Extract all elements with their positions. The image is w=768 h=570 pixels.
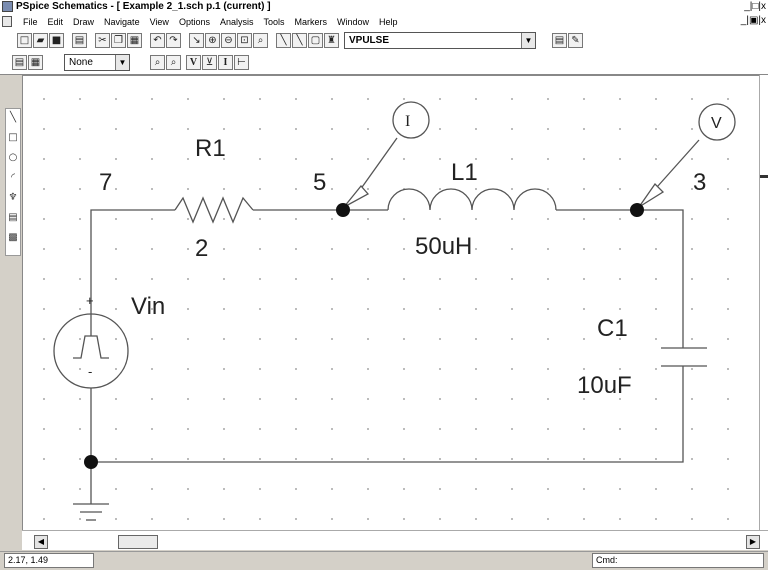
inductor-value-label: 50uH bbox=[415, 233, 472, 260]
voltage-diff-marker-icon[interactable]: ⊻ bbox=[202, 55, 217, 70]
menu-options[interactable]: Options bbox=[174, 14, 215, 30]
resistor-ref-label: R1 bbox=[195, 135, 226, 162]
menu-markers[interactable]: Markers bbox=[290, 14, 333, 30]
bias-display-icon[interactable]: ⊢ bbox=[234, 55, 249, 70]
resistor-value-label: 2 bbox=[195, 235, 208, 262]
zoom-fit-icon[interactable]: ⌕ bbox=[253, 33, 268, 48]
undo-icon[interactable]: ↶ bbox=[150, 33, 165, 48]
draw-line-icon[interactable]: ╲ bbox=[7, 111, 19, 124]
copy-icon[interactable]: ❐ bbox=[111, 33, 126, 48]
horizontal-scrollbar[interactable]: ◀ ▶ bbox=[22, 530, 768, 550]
menu-edit[interactable]: Edit bbox=[43, 14, 69, 30]
new-file-icon[interactable]: □ bbox=[17, 33, 32, 48]
print-icon[interactable]: ▤ bbox=[72, 33, 87, 48]
cut-icon[interactable]: ✂ bbox=[95, 33, 110, 48]
source-plus-label: + bbox=[86, 293, 94, 308]
scroll-right-icon[interactable]: ▶ bbox=[746, 535, 760, 549]
current-marker-button[interactable]: I bbox=[218, 55, 233, 70]
chevron-down-icon[interactable]: ▼ bbox=[521, 33, 535, 48]
voltage-marker-button[interactable]: V bbox=[186, 55, 201, 70]
source-minus-label: - bbox=[88, 364, 92, 379]
display-attribute-value: None bbox=[69, 57, 93, 68]
command-field[interactable]: Cmd: bbox=[592, 553, 764, 568]
node-label-3: 3 bbox=[693, 169, 706, 196]
current-marker-arrow-icon bbox=[343, 184, 370, 208]
capacitor-value-label: 10uF bbox=[577, 372, 632, 399]
menu-view[interactable]: View bbox=[145, 14, 174, 30]
menu-tools[interactable]: Tools bbox=[258, 14, 289, 30]
document-window-controls[interactable]: _|▣|x bbox=[741, 15, 766, 27]
menu-draw[interactable]: Draw bbox=[68, 14, 99, 30]
current-marker-letter: I bbox=[405, 113, 410, 130]
draw-wire-icon[interactable]: ╲ bbox=[276, 33, 291, 48]
vertical-scrollbar[interactable] bbox=[759, 75, 768, 530]
app-icon[interactable] bbox=[2, 1, 13, 12]
drawing-palette: ╲ □ ○ ◜ ♆ ▤ ▩ bbox=[5, 108, 21, 256]
node-label-7: 7 bbox=[99, 169, 112, 196]
scroll-left-icon[interactable]: ◀ bbox=[34, 535, 48, 549]
window-title: PSpice Schematics - [ Example 2_1.sch p.… bbox=[16, 1, 271, 12]
pulse-waveform-icon bbox=[73, 335, 109, 359]
inductor-ref-label: L1 bbox=[451, 159, 478, 186]
save-disk-icon[interactable]: ■ bbox=[49, 33, 64, 48]
insert-text-icon[interactable]: ▤ bbox=[7, 211, 19, 224]
junction-dot-node5[interactable] bbox=[336, 203, 350, 217]
current-marker-icon[interactable] bbox=[392, 101, 430, 139]
zoom-probe2-icon[interactable]: ⌕ bbox=[166, 55, 181, 70]
menu-navigate[interactable]: Navigate bbox=[99, 14, 145, 30]
open-folder-icon[interactable]: ▰ bbox=[33, 33, 48, 48]
voltage-marker-arrow-icon bbox=[638, 182, 665, 208]
display-attribute-combo[interactable]: None ▼ bbox=[64, 54, 130, 71]
voltage-marker-letter: V bbox=[711, 115, 722, 132]
edit-attributes-icon[interactable]: ✎ bbox=[568, 33, 583, 48]
schematic-canvas[interactable]: R1 2 L1 50uH C1 10uF Vin + - 7 5 3 I V bbox=[22, 75, 760, 531]
capacitor-ref-label: C1 bbox=[597, 315, 628, 342]
schematic-drawing: R1 2 L1 50uH C1 10uF Vin + - 7 5 3 I V bbox=[53, 101, 736, 521]
redo-icon[interactable]: ↷ bbox=[166, 33, 181, 48]
wire-node3-c1[interactable] bbox=[637, 209, 684, 348]
resistor-r1-symbol[interactable] bbox=[174, 196, 254, 224]
vertical-scroll-thumb[interactable] bbox=[760, 175, 768, 178]
menu-analysis[interactable]: Analysis bbox=[215, 14, 259, 30]
menu-bar: File Edit Draw Navigate View Options Ana… bbox=[0, 14, 768, 30]
junction-dot-ground[interactable] bbox=[84, 455, 98, 469]
window-controls[interactable]: _|□|x bbox=[744, 1, 766, 13]
part-name-combo[interactable]: VPULSE ▼ bbox=[344, 32, 536, 49]
redraw-icon[interactable]: ↘ bbox=[189, 33, 204, 48]
menu-window[interactable]: Window bbox=[332, 14, 374, 30]
zoom-probe-icon[interactable]: ⌕ bbox=[150, 55, 165, 70]
source-ref-label: Vin bbox=[131, 293, 165, 320]
insert-picture-icon[interactable]: ▩ bbox=[7, 231, 19, 244]
draw-polyline-icon[interactable]: ♆ bbox=[7, 191, 19, 204]
secondary-toolbar: ▤ ▦ None ▼ ⌕ ⌕ V ⊻ I ⊢ bbox=[0, 52, 768, 75]
draw-circle-icon[interactable]: ○ bbox=[7, 151, 19, 164]
draw-rectangle-icon[interactable]: □ bbox=[7, 131, 19, 144]
main-toolbar: □ ▰ ■ ▤ ✂ ❐ ▦ ↶ ↷ ↘ ⊕ ⊖ ⊡ ⌕ ╲ ╲ ▢ ♜ VPUL… bbox=[0, 30, 768, 53]
title-bar: PSpice Schematics - [ Example 2_1.sch p.… bbox=[0, 0, 768, 14]
inductor-l1-symbol[interactable] bbox=[387, 188, 557, 211]
zoom-area-icon[interactable]: ⊡ bbox=[237, 33, 252, 48]
status-bar: 2.17, 1.49 Cmd: bbox=[0, 551, 768, 570]
get-part-icon[interactable]: ♜ bbox=[324, 33, 339, 48]
node-label-5: 5 bbox=[313, 169, 326, 196]
zoom-out-icon[interactable]: ⊖ bbox=[221, 33, 236, 48]
horizontal-scroll-thumb[interactable] bbox=[118, 535, 158, 549]
zoom-in-icon[interactable]: ⊕ bbox=[205, 33, 220, 48]
document-icon[interactable] bbox=[2, 16, 12, 27]
draw-arc-icon[interactable]: ◜ bbox=[7, 171, 19, 184]
paste-icon[interactable]: ▦ bbox=[127, 33, 142, 48]
edit-symbol-icon[interactable]: ▤ bbox=[552, 33, 567, 48]
menu-file[interactable]: File bbox=[18, 14, 43, 30]
part-name-value: VPULSE bbox=[349, 35, 390, 46]
draw-bus-icon[interactable]: ╲ bbox=[292, 33, 307, 48]
setup-analysis-icon[interactable]: ▤ bbox=[12, 55, 27, 70]
draw-block-icon[interactable]: ▢ bbox=[308, 33, 323, 48]
cursor-coordinates: 2.17, 1.49 bbox=[4, 553, 94, 568]
junction-dot-node3[interactable] bbox=[630, 203, 644, 217]
menu-help[interactable]: Help bbox=[374, 14, 403, 30]
simulate-icon[interactable]: ▦ bbox=[28, 55, 43, 70]
chevron-down-icon[interactable]: ▼ bbox=[115, 55, 129, 70]
